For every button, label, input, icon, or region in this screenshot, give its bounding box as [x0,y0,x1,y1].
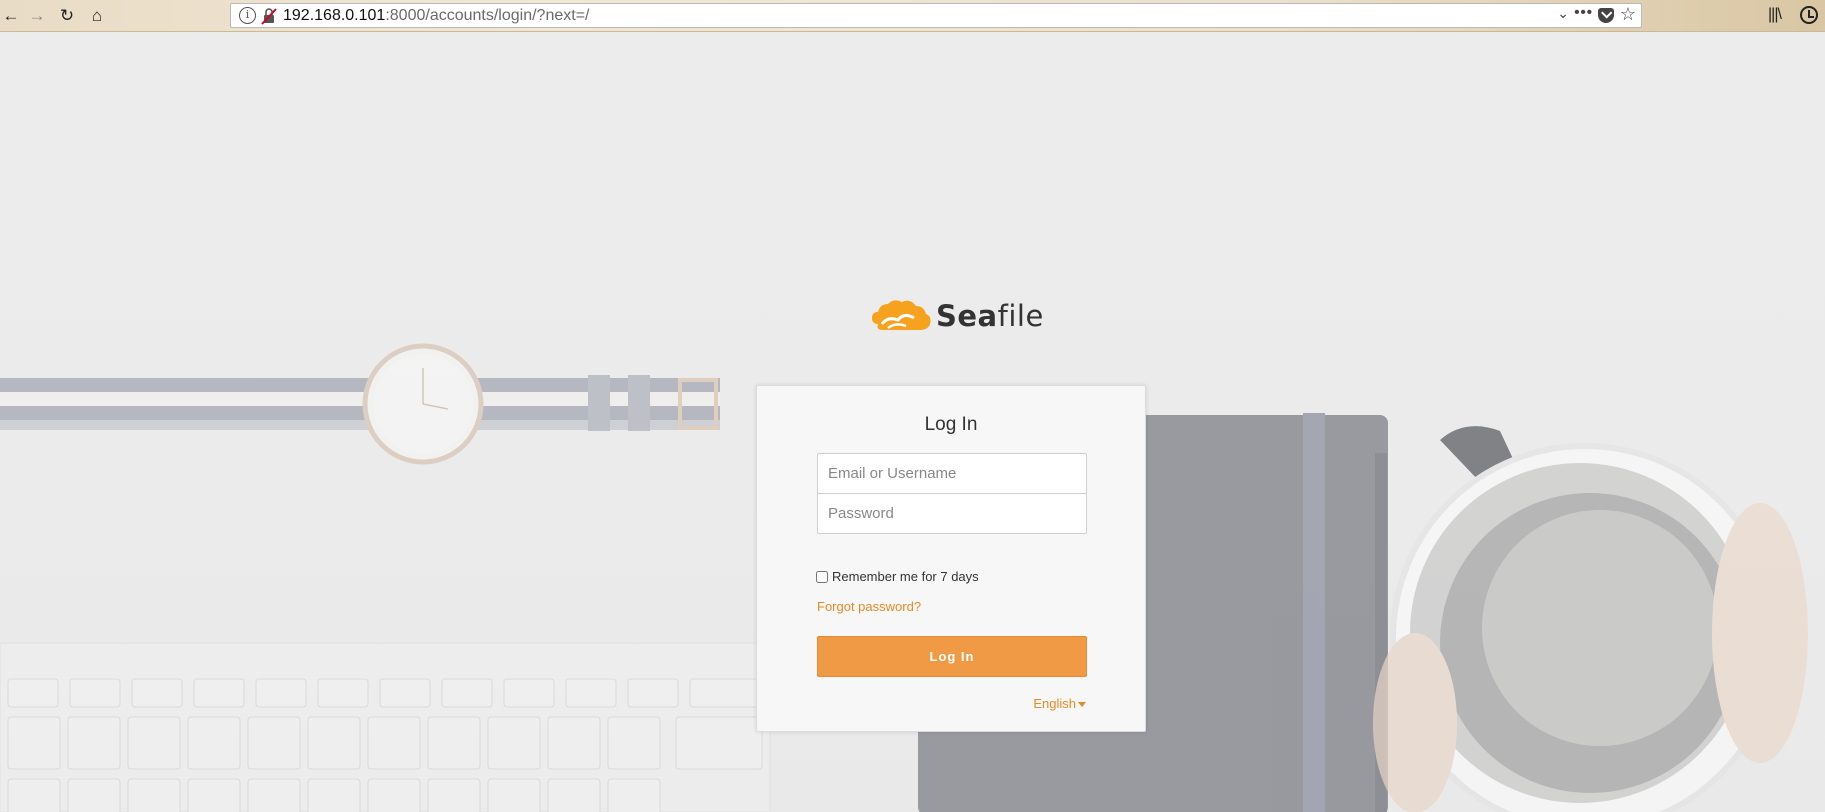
pocket-icon[interactable] [1598,8,1614,23]
reload-icon[interactable]: ↻ [56,5,78,27]
url-host: 192.168.0.101 [283,7,386,24]
forgot-password-link[interactable]: Forgot password? [817,599,921,614]
login-title: Log In [924,414,978,435]
seafile-logo [872,300,931,330]
login-page: Seafile Log In Remember me for 7 days Fo… [0,33,1825,812]
library-icon[interactable]: |||\ [1768,6,1782,24]
browser-toolbar: ← → ↻ ⌂ i 192.168.0.101:8000/accounts/lo… [0,0,1825,32]
url-path: :8000/accounts/login/?next=/ [385,7,590,24]
more-actions-icon[interactable]: ••• [1574,4,1593,21]
login-panel: Log In Remember me for 7 days Forgot pas… [756,385,1146,732]
username-input[interactable] [817,453,1087,494]
remember-me-label: Remember me for 7 days [832,569,979,584]
insecure-lock-icon[interactable] [261,7,277,25]
language-label: English [1033,696,1076,711]
home-icon[interactable]: ⌂ [86,5,108,27]
login-button[interactable]: Log In [817,636,1087,677]
seafile-logo-text: Seafile [936,299,1044,333]
language-selector[interactable]: English [1033,696,1086,711]
history-clock-icon[interactable] [1800,6,1818,24]
site-info-icon[interactable]: i [239,7,256,24]
caret-down-icon [1078,702,1086,708]
password-input[interactable] [817,493,1087,534]
back-arrow-icon[interactable]: ← [0,5,22,27]
url-text[interactable]: 192.168.0.101:8000/accounts/login/?next=… [283,7,589,25]
address-bar[interactable]: i 192.168.0.101:8000/accounts/login/?nex… [230,3,1642,28]
forward-arrow-icon[interactable]: → [26,5,48,27]
logo-text-rest: file [997,299,1044,333]
chevron-down-icon[interactable]: ⌄ [1557,5,1569,22]
remember-me[interactable]: Remember me for 7 days [816,569,979,584]
remember-me-checkbox[interactable] [816,570,828,583]
logo-text-bold: Sea [936,299,998,333]
bookmark-star-icon[interactable]: ☆ [1620,4,1636,25]
